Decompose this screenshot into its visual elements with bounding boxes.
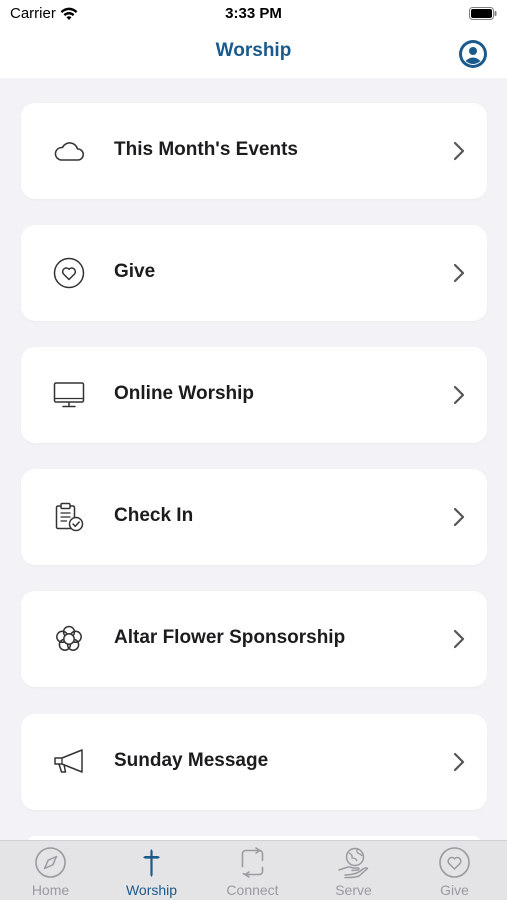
menu-item-label: This Month's Events	[114, 139, 298, 160]
profile-icon[interactable]	[459, 40, 487, 68]
menu-item-give[interactable]: Give	[21, 225, 487, 321]
tab-bar: Home Worship Connect Serve Give	[0, 840, 507, 900]
navigation-bar: Worship	[0, 28, 507, 78]
heart-circle-icon	[439, 847, 470, 878]
hand-globe-icon	[338, 847, 369, 879]
heart-icon	[53, 257, 85, 289]
compass-icon	[35, 847, 66, 878]
tab-serve[interactable]: Serve	[303, 841, 404, 900]
menu-item-altar-flower[interactable]: Altar Flower Sponsorship	[21, 591, 487, 687]
repeat-icon	[241, 847, 264, 878]
chevron-right-icon	[453, 141, 465, 161]
page-title: Worship	[215, 40, 292, 61]
battery-icon	[469, 7, 497, 20]
menu-item-label: Sunday Message	[114, 750, 269, 771]
tab-label: Connect	[226, 882, 279, 898]
tab-give[interactable]: Give	[404, 841, 505, 900]
cloud-icon	[53, 135, 85, 167]
menu-list: This Month's Events Give Online Worship	[0, 78, 507, 840]
clipboard-check-icon	[53, 501, 85, 533]
chevron-right-icon	[453, 263, 465, 283]
monitor-icon	[53, 379, 85, 411]
chevron-right-icon	[453, 507, 465, 527]
menu-item-label: Give	[114, 261, 156, 282]
menu-item-sunday-message[interactable]: Sunday Message	[21, 714, 487, 810]
chevron-right-icon	[453, 385, 465, 405]
chevron-right-icon	[453, 629, 465, 649]
menu-item-label: Check In	[114, 505, 194, 526]
flower-icon	[53, 623, 85, 655]
tab-connect[interactable]: Connect	[202, 841, 303, 900]
status-bar: Carrier 3:33 PM	[0, 0, 507, 28]
status-time: 3:33 PM	[225, 5, 282, 22]
tab-home[interactable]: Home	[0, 841, 101, 900]
menu-item-label: Altar Flower Sponsorship	[114, 627, 346, 648]
tab-worship[interactable]: Worship	[101, 841, 202, 900]
menu-item-events[interactable]: This Month's Events	[21, 103, 487, 199]
menu-item-label: Online Worship	[114, 383, 255, 404]
chevron-right-icon	[453, 752, 465, 772]
megaphone-icon	[53, 746, 85, 778]
menu-item-check-in[interactable]: Check In	[21, 469, 487, 565]
cross-icon	[143, 849, 160, 877]
menu-item-online-worship[interactable]: Online Worship	[21, 347, 487, 443]
tab-label: Worship	[125, 882, 178, 898]
tab-label: Home	[31, 882, 70, 898]
tab-label: Give	[440, 882, 469, 898]
tab-label: Serve	[335, 882, 372, 898]
